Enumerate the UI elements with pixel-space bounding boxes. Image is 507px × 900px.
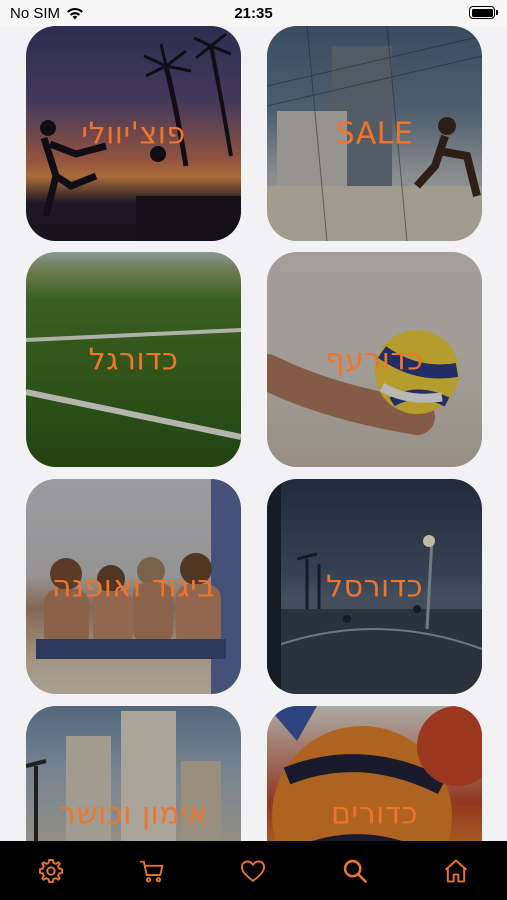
category-label: פוצ'יוולי [81,116,186,151]
category-tile-basketball[interactable]: כדורסל [267,479,482,694]
category-tile-foot-volley[interactable]: פוצ'יוולי [26,26,241,241]
tab-home[interactable] [434,849,478,893]
status-bar: No SIM 21:35 [0,0,507,26]
category-label: כדורגל [88,342,179,377]
category-label: SALE [335,116,414,151]
category-label: ביגוד ואופנה [51,569,216,604]
battery-icon [469,6,498,19]
heart-icon [241,860,266,882]
status-time: 21:35 [234,5,273,22]
category-label: כדורסל [326,569,423,604]
category-tile-volleyball[interactable]: כדורעף [267,252,482,467]
category-label: כדורעף [325,342,424,377]
tab-search[interactable] [333,849,377,893]
category-tile-balls[interactable]: כדורים [267,706,482,841]
tab-settings[interactable] [29,849,73,893]
gear-icon [38,858,63,883]
category-label: כדורים [331,796,418,831]
tab-favorites[interactable] [231,849,275,893]
bottom-tab-bar [0,841,507,900]
category-tile-football[interactable]: כדורגל [26,252,241,467]
home-icon [445,859,468,882]
category-tile-sale[interactable]: SALE [267,26,482,241]
tab-cart[interactable] [130,849,174,893]
category-label: אימון וכושר [59,796,208,831]
search-icon [343,859,367,883]
cart-icon [140,860,164,882]
category-grid[interactable]: פוצ'יוולי SALE כדורגל כדורעף ביגוד ואופנ… [0,26,507,841]
category-tile-training-fitness[interactable]: אימון וכושר [26,706,241,841]
category-tile-clothing-fashion[interactable]: ביגוד ואופנה [26,479,241,694]
